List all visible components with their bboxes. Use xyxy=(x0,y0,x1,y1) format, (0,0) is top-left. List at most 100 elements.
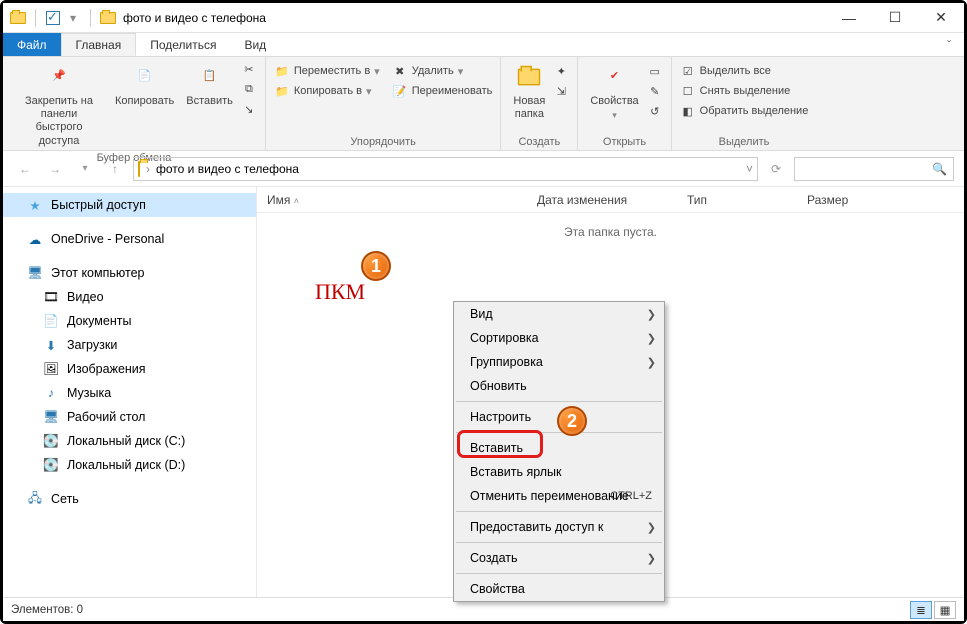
picture-icon: 🖼 xyxy=(43,361,59,377)
network-icon: 🖧 xyxy=(27,491,43,507)
ribbon: 📌 Закрепить на панели быстрого доступа 📄… xyxy=(3,57,964,151)
copy-to-button[interactable]: 📁Копировать в ▾ xyxy=(274,83,380,99)
breadcrumb[interactable]: фото и видео с телефона xyxy=(156,162,299,176)
new-item-icon: ✦ xyxy=(553,63,569,79)
select-all-button[interactable]: ☑Выделить все xyxy=(680,63,809,79)
paste-shortcut-button[interactable]: ↘ xyxy=(241,101,257,117)
nav-pictures[interactable]: 🖼Изображения xyxy=(3,357,256,381)
ctx-view[interactable]: Вид❯ xyxy=(454,302,664,326)
new-item-button[interactable]: ✦ xyxy=(553,63,569,79)
select-all-icon: ☑ xyxy=(680,63,696,79)
folder-icon xyxy=(99,9,117,27)
clipboard-extras: ✂ ⧉ ↘ xyxy=(241,59,257,117)
ctx-paste-shortcut[interactable]: Вставить ярлык xyxy=(454,460,664,484)
video-icon: 🎞 xyxy=(43,289,59,305)
doc-icon: 📄 xyxy=(43,313,59,329)
ribbon-group-new: Новая папка ✦ ⇲ Создать xyxy=(501,57,578,150)
cloud-icon: ☁ xyxy=(27,231,43,247)
nav-music[interactable]: ♪Музыка xyxy=(3,381,256,405)
col-date[interactable]: Дата изменения xyxy=(527,193,677,207)
maximize-button[interactable]: ☐ xyxy=(872,3,918,33)
copy-icon: 📄 xyxy=(129,61,161,93)
history-button[interactable]: ↺ xyxy=(647,103,663,119)
star-icon: ★ xyxy=(27,197,43,213)
address-bar: ← → ▾ ↑ › фото и видео с телефона ˅ ⟳ 🔍 xyxy=(3,151,964,187)
ctx-sort[interactable]: Сортировка❯ xyxy=(454,326,664,350)
new-folder-icon xyxy=(513,61,545,93)
ctx-undo-rename[interactable]: Отменить переименованиеCTRL+Z xyxy=(454,484,664,508)
rename-button[interactable]: 📝Переименовать xyxy=(392,83,493,99)
ctx-refresh[interactable]: Обновить xyxy=(454,374,664,398)
copyto-icon: 📁 xyxy=(274,83,290,99)
minimize-button[interactable]: — xyxy=(826,3,872,33)
delete-icon: ✖ xyxy=(392,63,408,79)
separator xyxy=(456,573,662,574)
invert-selection-button[interactable]: ◧Обратить выделение xyxy=(680,103,809,119)
sort-icon: ˄ xyxy=(294,196,299,206)
chevron-right-icon: ❯ xyxy=(647,332,656,345)
select-none-icon: ☐ xyxy=(680,83,696,99)
recent-button[interactable]: ▾ xyxy=(73,157,97,181)
ctx-share-access[interactable]: Предоставить доступ к❯ xyxy=(454,515,664,539)
ctx-group[interactable]: Группировка❯ xyxy=(454,350,664,374)
paste-button[interactable]: 📋 Вставить xyxy=(182,59,237,110)
back-button[interactable]: ← xyxy=(13,157,37,181)
paste-icon: 📋 xyxy=(194,61,226,93)
nav-onedrive[interactable]: ☁OneDrive - Personal xyxy=(3,227,256,251)
nav-documents[interactable]: 📄Документы xyxy=(3,309,256,333)
nav-desktop[interactable]: 🖥Рабочий стол xyxy=(3,405,256,429)
new-folder-button[interactable]: Новая папка xyxy=(509,59,549,123)
ctx-new[interactable]: Создать❯ xyxy=(454,546,664,570)
nav-this-pc[interactable]: 🖥Этот компьютер xyxy=(3,261,256,285)
properties-button[interactable]: ✔ Свойства ▾ xyxy=(586,59,642,123)
qat-checkbox-icon[interactable] xyxy=(44,9,62,27)
address-box[interactable]: › фото и видео с телефона ˅ xyxy=(133,157,758,181)
pin-to-quick-access-button[interactable]: 📌 Закрепить на панели быстрого доступа xyxy=(11,59,107,150)
view-thumbnails-button[interactable]: ▦ xyxy=(934,601,956,619)
copy-button[interactable]: 📄 Копировать xyxy=(111,59,178,110)
nav-videos[interactable]: 🎞Видео xyxy=(3,285,256,309)
view-details-button[interactable]: ≣ xyxy=(910,601,932,619)
ribbon-group-clipboard: 📌 Закрепить на панели быстрого доступа 📄… xyxy=(3,57,266,150)
nav-disk-c[interactable]: 💽Локальный диск (C:) xyxy=(3,429,256,453)
col-type[interactable]: Тип xyxy=(677,193,797,207)
delete-button[interactable]: ✖Удалить ▾ xyxy=(392,63,493,79)
col-size[interactable]: Размер xyxy=(797,193,858,207)
tab-share[interactable]: Поделиться xyxy=(136,33,230,56)
group-label: Создать xyxy=(509,134,569,150)
copy-path-button[interactable]: ⧉ xyxy=(241,81,257,97)
ctx-properties[interactable]: Свойства xyxy=(454,577,664,601)
close-button[interactable]: ✕ xyxy=(918,3,964,33)
column-headers: Имя ˄ Дата изменения Тип Размер xyxy=(257,187,964,213)
window-title: фото и видео с телефона xyxy=(123,11,266,25)
refresh-button[interactable]: ⟳ xyxy=(764,157,788,181)
pin-icon: 📌 xyxy=(43,61,75,93)
label: Закрепить на панели быстрого доступа xyxy=(15,95,103,148)
window-controls: — ☐ ✕ xyxy=(826,3,964,33)
select-none-button[interactable]: ☐Снять выделение xyxy=(680,83,809,99)
nav-disk-d[interactable]: 💽Локальный диск (D:) xyxy=(3,453,256,477)
easy-access-button[interactable]: ⇲ xyxy=(553,83,569,99)
item-count: Элементов: 0 xyxy=(11,604,83,616)
chevron-right-icon: ❯ xyxy=(647,521,656,534)
move-to-button[interactable]: 📁Переместить в ▾ xyxy=(274,63,380,79)
file-menu[interactable]: Файл xyxy=(3,33,61,56)
nav-quick-access[interactable]: ★Быстрый доступ xyxy=(3,193,256,217)
tab-home[interactable]: Главная xyxy=(61,33,137,56)
folder-icon xyxy=(9,9,27,27)
folder-icon xyxy=(138,162,140,176)
open-button[interactable]: ▭ xyxy=(647,63,663,79)
nav-downloads[interactable]: ⬇Загрузки xyxy=(3,333,256,357)
tab-view[interactable]: Вид xyxy=(230,33,280,56)
forward-button[interactable]: → xyxy=(43,157,67,181)
cut-button[interactable]: ✂ xyxy=(241,61,257,77)
col-name[interactable]: Имя ˄ xyxy=(257,193,527,207)
up-button[interactable]: ↑ xyxy=(103,157,127,181)
qat-overflow-icon[interactable]: ▾ xyxy=(64,9,82,27)
search-input[interactable]: 🔍 xyxy=(794,157,954,181)
titlebar: ▾ фото и видео с телефона — ☐ ✕ xyxy=(3,3,964,33)
ribbon-collapse-button[interactable]: ˇ xyxy=(934,33,964,56)
nav-network[interactable]: 🖧Сеть xyxy=(3,487,256,511)
edit-button[interactable]: ✎ xyxy=(647,83,663,99)
label: Вставить xyxy=(186,95,233,108)
